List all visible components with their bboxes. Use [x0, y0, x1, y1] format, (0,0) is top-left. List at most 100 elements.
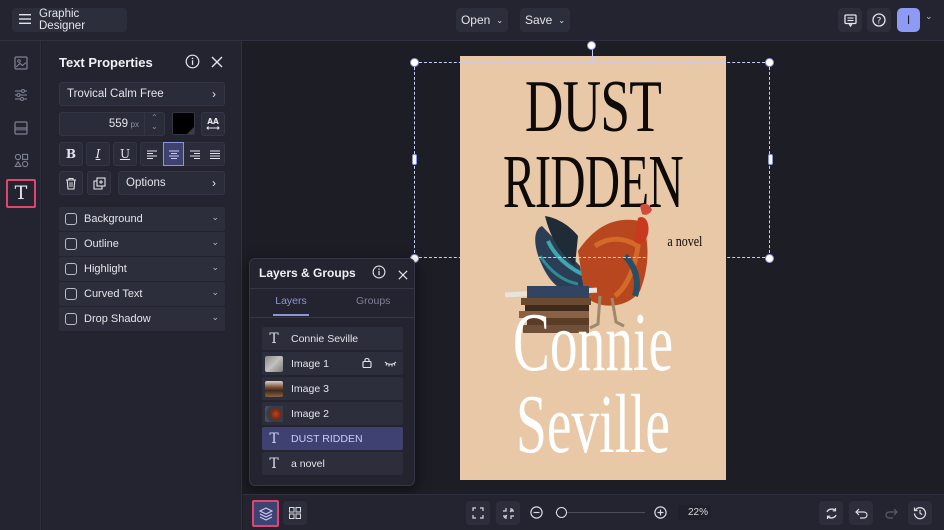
tab-layers-underline: [273, 314, 309, 316]
eye-closed-icon[interactable]: [384, 359, 397, 371]
background-icon[interactable]: [8, 115, 34, 141]
chevron-down-icon: ⌄: [211, 237, 219, 247]
resize-handle-bottom-right[interactable]: [765, 254, 774, 263]
underline-icon: U: [119, 147, 131, 161]
layer-item-a-novel[interactable]: T a novel: [262, 452, 403, 475]
text-layer-icon: T: [269, 330, 279, 347]
zoom-in-icon: [654, 506, 667, 519]
info-icon[interactable]: [185, 54, 200, 74]
grid-icon: [289, 507, 301, 519]
info-icon[interactable]: [372, 265, 386, 284]
tab-groups[interactable]: Groups: [356, 295, 390, 307]
italic-button[interactable]: I: [86, 142, 110, 166]
chevron-right-icon: ›: [212, 87, 216, 101]
font-size-stepper[interactable]: ⌃ ⌄: [144, 113, 164, 135]
layer-item-image-3[interactable]: Image 3: [262, 377, 403, 400]
account-chevron-down-icon[interactable]: ⌄: [925, 11, 933, 22]
text-layer-icon: T: [269, 455, 279, 472]
accordion-curved-text[interactable]: Curved Text ⌄: [59, 282, 225, 306]
text-color-swatch[interactable]: [172, 112, 195, 135]
tab-label: Layers: [275, 295, 307, 307]
fit-to-screen-button[interactable]: [466, 501, 490, 525]
layer-item-connie-seville[interactable]: T Connie Seville: [262, 327, 403, 350]
curved-text-checkbox[interactable]: [65, 288, 77, 300]
cover-author-line2[interactable]: Seville: [492, 383, 694, 467]
chevron-up-icon[interactable]: ⌃: [151, 113, 158, 122]
open-button[interactable]: Open ⌄: [456, 8, 508, 32]
zoom-slider-handle[interactable]: [555, 507, 567, 518]
replace-button[interactable]: [819, 501, 843, 525]
bold-button[interactable]: B: [59, 142, 83, 166]
alignment-group: [140, 142, 225, 166]
app-menu-button[interactable]: Graphic Designer: [12, 8, 127, 32]
help-icon: ?: [872, 13, 886, 27]
image-thumbnail: [265, 405, 283, 422]
duplicate-button[interactable]: [87, 171, 111, 195]
avatar[interactable]: I: [897, 8, 920, 32]
accordion-highlight[interactable]: Highlight ⌄: [59, 257, 225, 281]
font-selector[interactable]: Trovical Calm Free ›: [59, 82, 225, 106]
zoom-level-input[interactable]: 22%: [678, 505, 711, 520]
align-right-icon: [190, 150, 200, 159]
rotate-handle[interactable]: [587, 41, 596, 50]
layer-item-dust-ridden[interactable]: T DUST RIDDEN: [262, 427, 403, 450]
selection-box[interactable]: [414, 62, 770, 258]
save-button[interactable]: Save ⌄: [520, 8, 570, 32]
close-icon[interactable]: [398, 267, 408, 285]
resize-handle-top-left[interactable]: [410, 58, 419, 67]
background-checkbox[interactable]: [65, 213, 77, 225]
layers-toggle-button[interactable]: [252, 500, 279, 527]
underline-button[interactable]: U: [113, 142, 137, 166]
graphics-icon[interactable]: [8, 147, 34, 173]
accordion-drop-shadow[interactable]: Drop Shadow ⌄: [59, 307, 225, 331]
zoom-out-button[interactable]: [530, 506, 543, 524]
accordion-label: Highlight: [84, 263, 127, 275]
accordion-outline[interactable]: Outline ⌄: [59, 232, 225, 256]
help-button[interactable]: ?: [867, 8, 891, 32]
divider: [250, 288, 414, 289]
zoom-value: 22: [687, 507, 700, 518]
grid-view-button[interactable]: [283, 501, 307, 525]
resize-handle-left[interactable]: [412, 154, 417, 165]
resize-handle-right[interactable]: [768, 154, 773, 165]
redo-button[interactable]: [879, 501, 903, 525]
layer-label: a novel: [291, 457, 325, 470]
layer-label: Image 1: [291, 357, 329, 370]
layers-icon: [258, 506, 273, 521]
lock-icon[interactable]: [362, 357, 372, 371]
comments-button[interactable]: [838, 8, 862, 32]
chevron-down-icon: ⌄: [558, 15, 566, 25]
align-right-button[interactable]: [185, 143, 205, 165]
font-size-input[interactable]: 559 px ⌃ ⌄: [59, 112, 165, 136]
options-button[interactable]: Options ›: [118, 171, 225, 195]
adjustments-icon[interactable]: [8, 82, 34, 108]
close-icon[interactable]: [211, 55, 223, 73]
save-label: Save: [524, 13, 553, 27]
text-tool-button[interactable]: T: [6, 179, 36, 208]
chevron-down-icon[interactable]: ⌄: [151, 122, 158, 131]
shrink-to-fit-button[interactable]: [496, 501, 520, 525]
accordion-background[interactable]: Background ⌄: [59, 207, 225, 231]
image-icon[interactable]: [8, 50, 34, 76]
cover-author-line1[interactable]: Connie: [492, 301, 694, 385]
align-justify-button[interactable]: [205, 143, 225, 165]
letter-spacing-button[interactable]: AA: [201, 112, 225, 136]
drop-shadow-checkbox[interactable]: [65, 313, 77, 325]
layer-item-image-1[interactable]: Image 1: [262, 352, 403, 375]
zoom-in-button[interactable]: [654, 506, 667, 524]
align-left-button[interactable]: [142, 143, 162, 165]
layer-item-image-2[interactable]: Image 2: [262, 402, 403, 425]
undo-icon: [854, 508, 868, 519]
outline-checkbox[interactable]: [65, 238, 77, 250]
tab-layers[interactable]: Layers: [274, 295, 308, 307]
history-button[interactable]: [908, 501, 932, 525]
layer-label: Connie Seville: [291, 332, 359, 345]
delete-button[interactable]: [59, 171, 83, 195]
align-left-icon: [147, 150, 157, 159]
chevron-down-icon: ⌄: [211, 212, 219, 222]
zoom-slider[interactable]: [555, 507, 645, 518]
align-center-button[interactable]: [163, 142, 184, 166]
resize-handle-top-right[interactable]: [765, 58, 774, 67]
highlight-checkbox[interactable]: [65, 263, 77, 275]
undo-button[interactable]: [849, 501, 873, 525]
